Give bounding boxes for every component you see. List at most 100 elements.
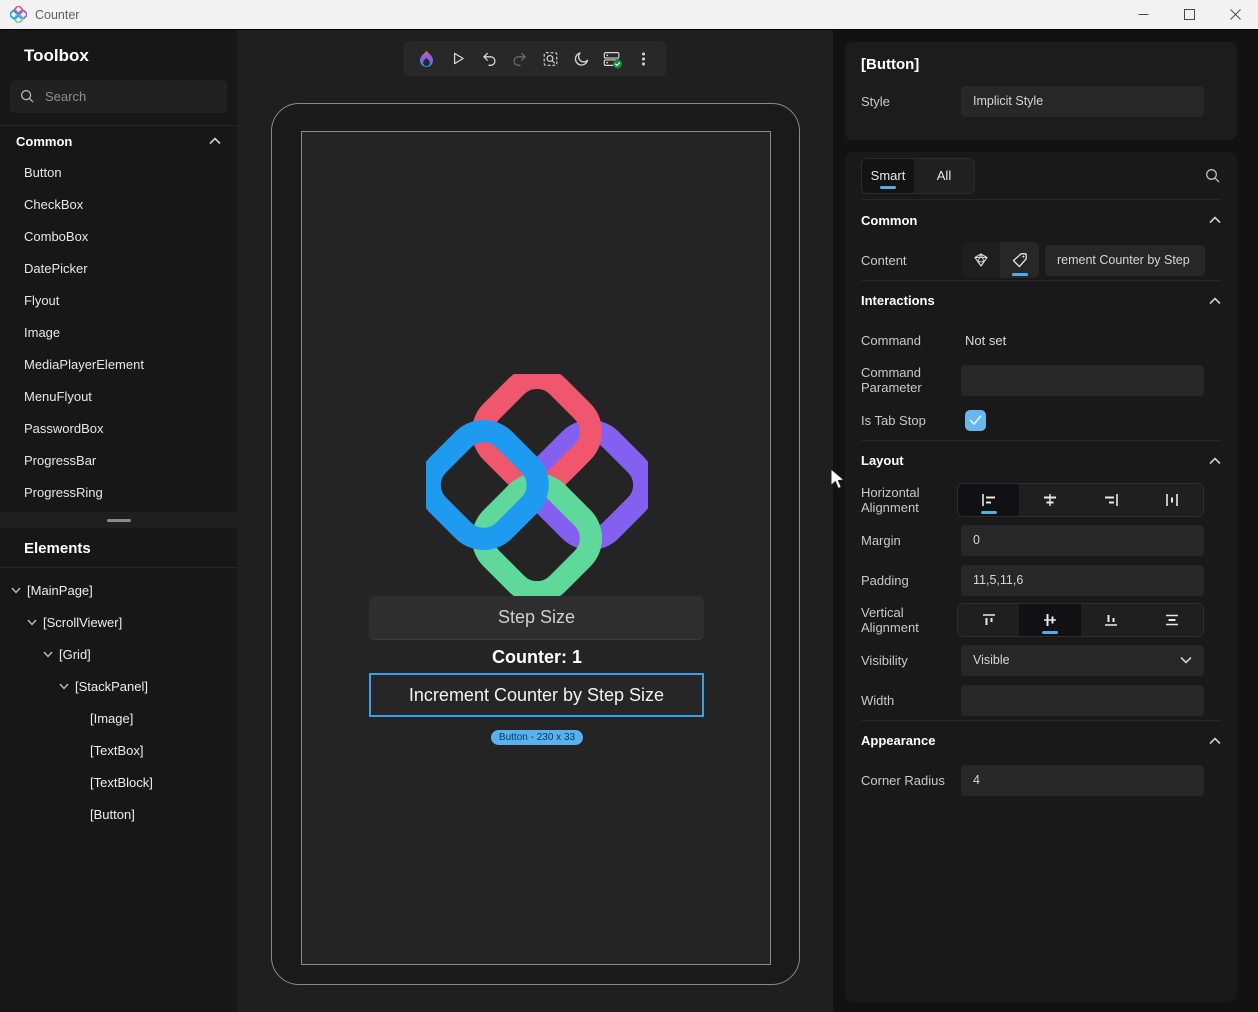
is-tab-stop-label: Is Tab Stop — [861, 412, 926, 428]
hot-design-flame-button[interactable] — [416, 48, 438, 70]
redo-button[interactable] — [509, 48, 531, 70]
theme-moon-button[interactable] — [571, 48, 593, 70]
selected-element-title: [Button] — [861, 56, 920, 73]
toolbox-item-datepicker[interactable]: DatePicker — [0, 252, 237, 284]
undo-button[interactable] — [478, 48, 500, 70]
padding-input[interactable] — [961, 564, 1204, 596]
section-common[interactable]: Common — [861, 200, 1221, 240]
window-title: Counter — [35, 7, 80, 22]
align-stretch-vertical-icon — [1166, 614, 1179, 626]
content-mode-literal-button[interactable] — [1000, 242, 1039, 278]
chevron-up-icon — [1209, 296, 1221, 304]
chevron-down-icon — [27, 619, 37, 626]
toolbox-item-image[interactable]: Image — [0, 316, 237, 348]
tree-item-stackpanel[interactable]: [StackPanel] — [0, 670, 237, 702]
maximize-button[interactable] — [1166, 0, 1212, 29]
toolbox-item-checkbox[interactable]: CheckBox — [0, 188, 237, 220]
device-frame: Step Size Counter: 1 Increment Counter b… — [271, 103, 800, 985]
content-label: Content — [861, 252, 907, 268]
align-left-icon — [981, 494, 995, 506]
toolbox-item-menuflyout[interactable]: MenuFlyout — [0, 380, 237, 412]
device-screen: Step Size Counter: 1 Increment Counter b… — [301, 131, 771, 965]
tree-item-button[interactable]: [Button] — [0, 798, 237, 830]
close-button[interactable] — [1212, 0, 1258, 29]
theme-moon-icon — [574, 52, 588, 66]
minimize-button[interactable] — [1120, 0, 1166, 29]
is-tab-stop-row: Is Tab Stop — [861, 400, 1221, 440]
inspect-element-button[interactable] — [540, 48, 562, 70]
tree-item-scrollviewer[interactable]: [ScrollViewer] — [0, 606, 237, 638]
content-mode-binding-button[interactable] — [961, 242, 1000, 278]
toolbox-item-progressring[interactable]: ProgressRing — [0, 476, 237, 508]
visibility-select[interactable]: Visible — [961, 644, 1204, 676]
v-align-bottom-button[interactable] — [1080, 604, 1142, 636]
content-row: Content — [861, 240, 1221, 280]
toolbox-section-common[interactable]: Common — [0, 125, 237, 156]
more-options-icon — [642, 52, 645, 65]
command-parameter-input[interactable] — [961, 364, 1204, 396]
align-top-icon — [982, 614, 995, 625]
close-icon — [1229, 9, 1241, 20]
panel-splitter-handle[interactable] — [0, 512, 237, 528]
step-size-textbox[interactable]: Step Size — [369, 596, 704, 640]
application-window: Counter Toolbox Search Common Button Che… — [0, 0, 1258, 1012]
design-canvas: Step Size Counter: 1 Increment Counter b… — [237, 30, 833, 1012]
search-placeholder: Search — [45, 89, 87, 104]
corner-radius-input[interactable] — [961, 764, 1204, 796]
v-align-center-button[interactable] — [1019, 604, 1081, 636]
tab-smart[interactable]: Smart — [862, 158, 914, 193]
app-hero-logo — [426, 374, 648, 596]
margin-input[interactable] — [961, 524, 1204, 556]
chevron-down-icon — [11, 587, 21, 594]
tree-item-image[interactable]: [Image] — [0, 702, 237, 734]
titlebar: Counter — [0, 0, 1258, 30]
toolbox-item-combobox[interactable]: ComboBox — [0, 220, 237, 252]
toolbox-item-progressbar[interactable]: ProgressBar — [0, 444, 237, 476]
device-connected-check-icon — [603, 51, 623, 69]
redo-icon — [512, 52, 526, 66]
play-button[interactable] — [447, 48, 469, 70]
device-connected-button[interactable] — [602, 48, 624, 70]
v-align-stretch-button[interactable] — [1141, 604, 1203, 636]
tree-item-textbox[interactable]: [TextBox] — [0, 734, 237, 766]
section-interactions[interactable]: Interactions — [861, 280, 1221, 320]
toolbox-search-input[interactable]: Search — [10, 80, 227, 113]
tree-item-grid[interactable]: [Grid] — [0, 638, 237, 670]
style-input[interactable] — [961, 85, 1204, 117]
section-appearance[interactable]: Appearance — [861, 720, 1221, 760]
toolbox-item-button[interactable]: Button — [0, 156, 237, 188]
properties-search-icon[interactable] — [1205, 168, 1221, 184]
h-align-right-button[interactable] — [1080, 484, 1142, 516]
h-align-center-button[interactable] — [1019, 484, 1081, 516]
width-input[interactable] — [961, 684, 1204, 716]
horizontal-alignment-group — [957, 483, 1204, 517]
more-options-button[interactable] — [633, 48, 655, 70]
v-align-top-button[interactable] — [958, 604, 1020, 636]
chevron-up-icon — [1209, 736, 1221, 744]
content-input[interactable] — [1045, 244, 1205, 276]
search-icon — [20, 89, 34, 103]
vertical-alignment-group — [957, 603, 1204, 637]
tree-item-mainpage[interactable]: [MainPage] — [0, 574, 237, 606]
width-label: Width — [861, 692, 895, 708]
increment-counter-button[interactable]: Increment Counter by Step Size — [369, 673, 704, 717]
selected-element-card: [Button] Style — [845, 42, 1237, 140]
tab-all[interactable]: All — [914, 158, 974, 193]
property-tabs: Smart All — [861, 157, 975, 194]
toolbox-item-mediaplayerelement[interactable]: MediaPlayerElement — [0, 348, 237, 380]
minimize-icon — [1138, 14, 1148, 15]
align-middle-icon — [1043, 614, 1056, 626]
h-align-left-button[interactable] — [958, 484, 1020, 516]
is-tab-stop-checkbox[interactable] — [965, 409, 986, 431]
vertical-alignment-label: Vertical Alignment — [861, 605, 919, 635]
toolbox-title: Toolbox — [24, 46, 89, 65]
tree-item-textblock[interactable]: [TextBlock] — [0, 766, 237, 798]
toolbox-item-flyout[interactable]: Flyout — [0, 284, 237, 316]
visibility-row: Visibility Visible — [861, 640, 1221, 680]
command-parameter-label: Command Parameter — [861, 365, 922, 395]
active-tab-indicator — [880, 185, 896, 189]
toolbox-item-passwordbox[interactable]: PasswordBox — [0, 412, 237, 444]
check-icon — [969, 415, 982, 425]
h-align-stretch-button[interactable] — [1141, 484, 1203, 516]
section-layout[interactable]: Layout — [861, 440, 1221, 480]
